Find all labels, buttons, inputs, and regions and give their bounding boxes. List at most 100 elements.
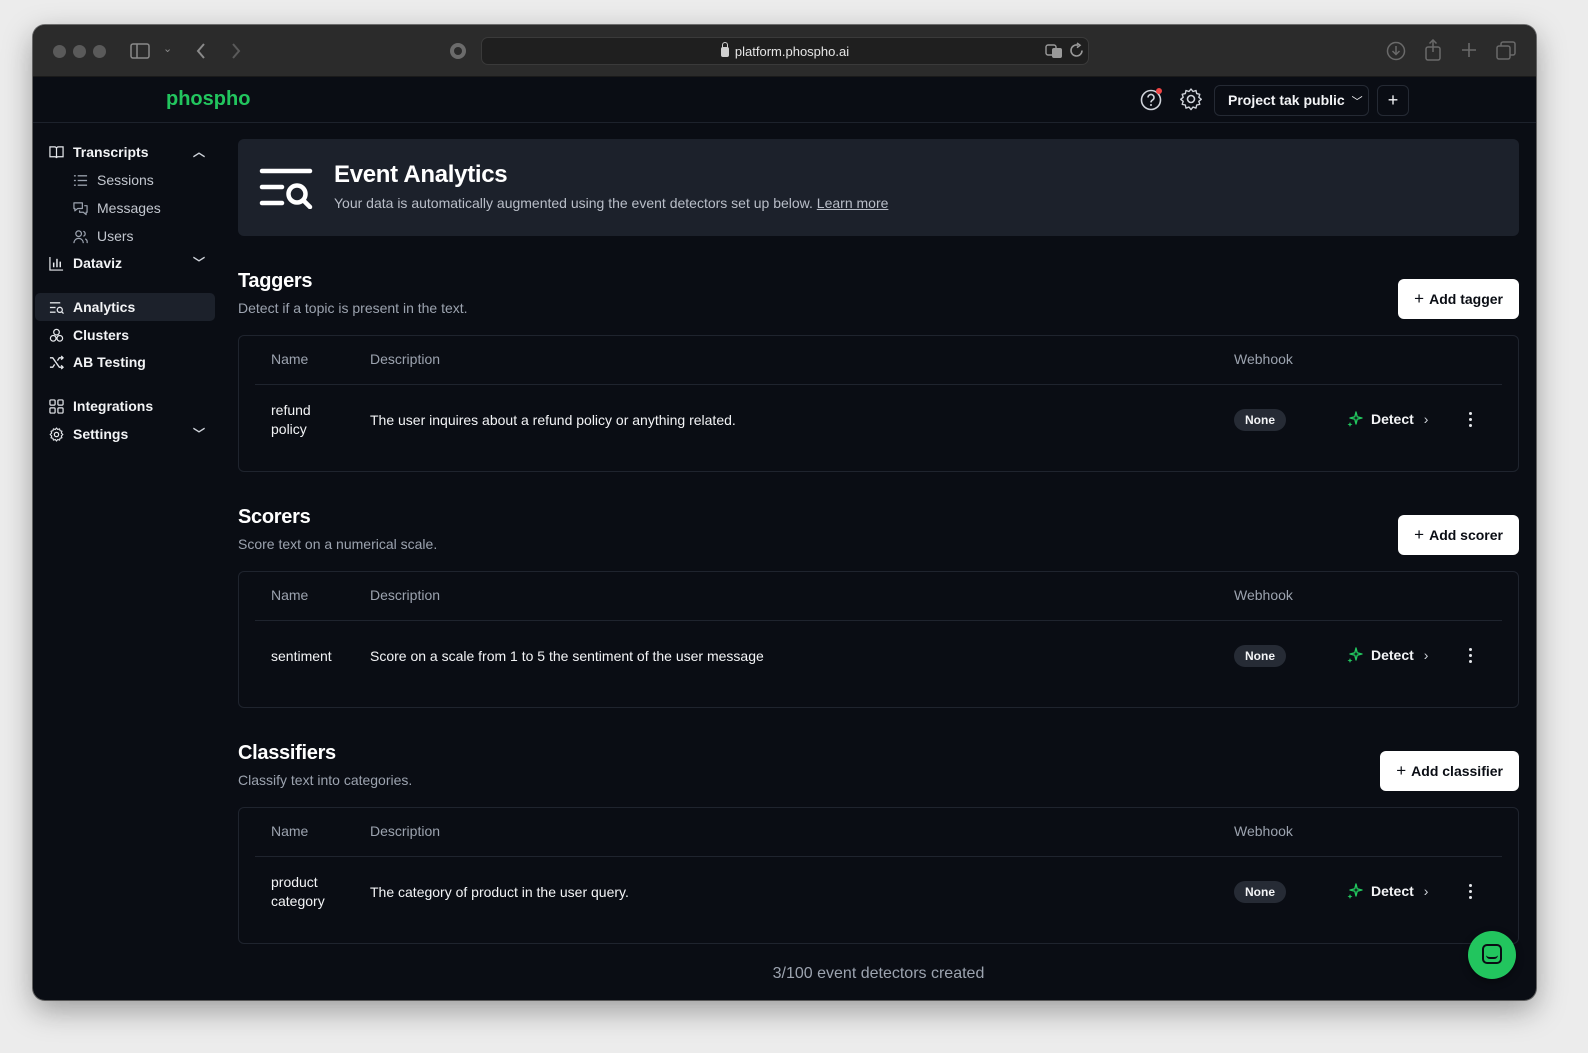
tab-overview-icon[interactable]	[1496, 41, 1516, 60]
privacy-icon[interactable]	[449, 42, 467, 60]
sidebar-item-dataviz[interactable]: Dataviz ﹀	[35, 249, 215, 277]
sidebar-item-label: Integrations	[73, 398, 154, 414]
sidebar-item-label: Sessions	[97, 172, 154, 188]
sidebar-item-clusters[interactable]: Clusters	[35, 321, 215, 349]
banner-description: Your data is automatically augmented usi…	[334, 195, 813, 211]
page-subtitle: Your data is automatically augmented usi…	[334, 195, 888, 211]
more-options-icon[interactable]	[1465, 879, 1477, 903]
row-description: The category of product in the user quer…	[370, 884, 629, 900]
list-icon	[73, 175, 88, 186]
column-header-name: Name	[271, 587, 309, 603]
sparkle-icon	[1347, 883, 1363, 899]
sidebar-item-settings[interactable]: Settings ﹀	[35, 420, 215, 448]
page-title: Event Analytics	[334, 161, 508, 188]
taggers-table: Name Description Webhook refund policy T…	[238, 335, 1519, 472]
detect-button[interactable]: Detect ›	[1347, 643, 1428, 667]
chevron-right-icon: ›	[1423, 883, 1429, 899]
sidebar-item-transcripts[interactable]: Transcripts ︿	[35, 138, 215, 166]
analytics-icon	[259, 168, 313, 209]
sidebar-item-messages[interactable]: Messages	[61, 194, 211, 222]
divider	[255, 384, 1502, 385]
column-header-description: Description	[370, 823, 441, 839]
chevron-right-icon: ›	[1423, 647, 1429, 663]
scorers-subtitle: Score text on a numerical scale.	[238, 536, 438, 552]
column-header-webhook: Webhook	[1234, 351, 1293, 367]
chevron-down-icon[interactable]: ﹀	[193, 249, 205, 277]
classifiers-subtitle: Classify text into categories.	[238, 772, 413, 788]
add-classifier-button[interactable]: + Add classifier	[1380, 751, 1519, 791]
close-window-button[interactable]	[53, 45, 66, 58]
button-label: Add scorer	[1429, 527, 1503, 543]
column-header-description: Description	[370, 351, 441, 367]
sidebar-item-users[interactable]: Users	[61, 222, 211, 250]
address-bar[interactable]: platform.phospho.ai	[481, 37, 1089, 65]
add-project-button[interactable]: +	[1377, 85, 1409, 116]
chevron-down-icon[interactable]: ﹀	[193, 420, 205, 448]
chevron-right-icon: ›	[1423, 411, 1429, 427]
add-scorer-button[interactable]: + Add scorer	[1398, 515, 1519, 555]
sidebar: Transcripts ︿ Sessions Messages Users Da…	[33, 124, 223, 1000]
column-header-webhook: Webhook	[1234, 587, 1293, 603]
transcripts-icon	[49, 146, 64, 159]
webhook-badge: None	[1234, 409, 1286, 431]
column-header-description: Description	[370, 587, 441, 603]
sparkle-icon	[1347, 647, 1363, 663]
project-selector[interactable]: Project tak public ﹀	[1214, 85, 1369, 116]
new-tab-icon[interactable]	[1461, 42, 1477, 58]
zoom-window-button[interactable]	[93, 45, 106, 58]
detector-count: 3/100 event detectors created	[772, 965, 985, 982]
detect-button[interactable]: Detect ›	[1347, 407, 1428, 431]
row-name: refund policy	[271, 402, 311, 437]
webhook-badge: None	[1234, 645, 1286, 667]
phospho-logo[interactable]: phospho	[166, 88, 250, 111]
add-tagger-button[interactable]: + Add tagger	[1398, 279, 1519, 319]
detect-button[interactable]: Detect ›	[1347, 879, 1428, 903]
translate-icon[interactable]	[1045, 43, 1063, 59]
minimize-window-button[interactable]	[73, 45, 86, 58]
chevron-down-icon[interactable]: ⌄	[163, 44, 172, 55]
settings-gear-icon[interactable]	[1179, 87, 1203, 111]
classifiers-table: Name Description Webhook product categor…	[238, 807, 1519, 944]
chevron-up-icon[interactable]: ︿	[193, 138, 205, 166]
sparkle-icon	[1347, 411, 1363, 427]
browser-toolbar: ⌄ platform.phospho.ai	[33, 25, 1536, 77]
sidebar-item-sessions[interactable]: Sessions	[61, 166, 211, 194]
chart-icon	[49, 256, 64, 271]
more-options-icon[interactable]	[1465, 643, 1477, 667]
sidebar-item-integrations[interactable]: Integrations	[35, 392, 215, 420]
chat-support-icon[interactable]	[1468, 931, 1516, 979]
sidebar-item-ab-testing[interactable]: AB Testing	[35, 348, 215, 376]
sidebar-item-label: Dataviz	[73, 255, 123, 271]
shuffle-icon	[49, 355, 64, 370]
help-icon[interactable]	[1140, 87, 1164, 111]
sidebar-item-label: Clusters	[73, 327, 130, 343]
download-icon[interactable]	[1386, 41, 1406, 61]
sidebar-item-label: Settings	[73, 426, 129, 442]
forward-icon[interactable]	[230, 42, 242, 60]
event-analytics-banner: Event Analytics Your data is automatical…	[238, 139, 1519, 236]
divider	[255, 856, 1502, 857]
more-options-icon[interactable]	[1465, 407, 1477, 431]
column-header-name: Name	[271, 823, 309, 839]
detect-label: Detect	[1371, 647, 1414, 663]
analytics-icon	[49, 302, 64, 315]
button-label: Add classifier	[1411, 763, 1503, 779]
scorers-title: Scorers	[238, 506, 311, 528]
sidebar-item-analytics[interactable]: Analytics	[35, 293, 215, 321]
classifiers-title: Classifiers	[238, 742, 336, 764]
grid-icon	[49, 399, 64, 414]
share-icon[interactable]	[1424, 39, 1442, 61]
scorers-table: Name Description Webhook sentiment Score…	[238, 571, 1519, 708]
row-description: The user inquires about a refund policy …	[370, 412, 736, 428]
plus-icon: +	[1396, 761, 1407, 780]
column-header-name: Name	[271, 351, 309, 367]
back-icon[interactable]	[195, 42, 207, 60]
learn-more-link[interactable]: Learn more	[817, 195, 889, 211]
app-header: phospho Project tak public ﹀ +	[33, 77, 1536, 123]
sidebar-item-label: Users	[97, 228, 134, 244]
url-text: platform.phospho.ai	[734, 44, 850, 59]
sidebar-toggle-icon[interactable]	[130, 43, 150, 59]
detect-label: Detect	[1371, 411, 1414, 427]
reload-icon[interactable]	[1069, 42, 1085, 59]
detect-label: Detect	[1371, 883, 1414, 899]
